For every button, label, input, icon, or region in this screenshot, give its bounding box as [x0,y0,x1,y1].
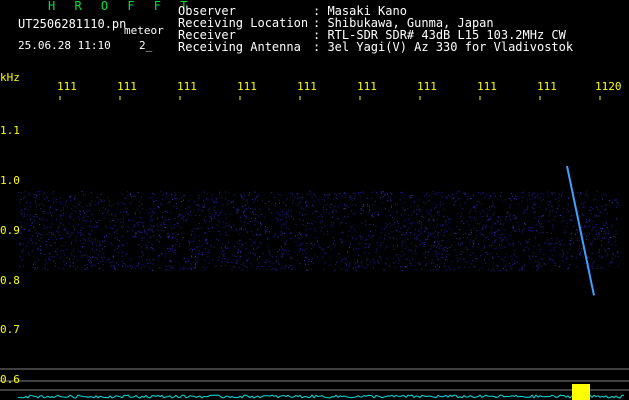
y-tick-label: 0.9 [0,224,20,237]
y-tick-label: 1.1 [0,124,20,137]
x-tick-label: 111 [117,80,137,93]
app-title: H R O F F T [48,0,194,13]
x-tick-label: 111 [297,80,317,93]
x-tick-label: 111 [57,80,77,93]
x-tick-label: 111 [357,80,377,93]
y-tick-label: 0.6 [0,373,20,386]
x-tick-label: 111 [537,80,557,93]
detection-type: meteor [124,24,164,37]
x-tick-label: 111 [177,80,197,93]
counter: 2_ [139,39,153,52]
y-tick-label: 0.8 [0,274,20,287]
y-axis-unit: kHz [0,71,20,84]
date-time: 25.06.28 11:10 [18,39,111,52]
noise-band [18,191,619,272]
detection-marker [572,384,590,400]
x-tick-label: 111 [237,80,257,93]
x-tick-label: 111 [417,80,437,93]
antenna-value: : 3el Yagi(V) Az 330 for Vladivostok [313,40,574,54]
y-tick-label: 0.7 [0,323,20,336]
spectrum-trace [17,394,625,399]
y-tick-label: 1.0 [0,174,20,187]
hrofft-spectrogram-window: H R O F F T UT2506281110.pn meteor 25.06… [0,0,629,400]
antenna-label: Receiving Antenna [178,40,301,54]
x-tick-label: 111 [477,80,497,93]
spectrogram-plot [0,96,629,400]
meteor-echo-trace [566,165,595,296]
file-name: UT2506281110.pn [18,17,127,31]
x-tick-label: 1120 [595,80,622,93]
